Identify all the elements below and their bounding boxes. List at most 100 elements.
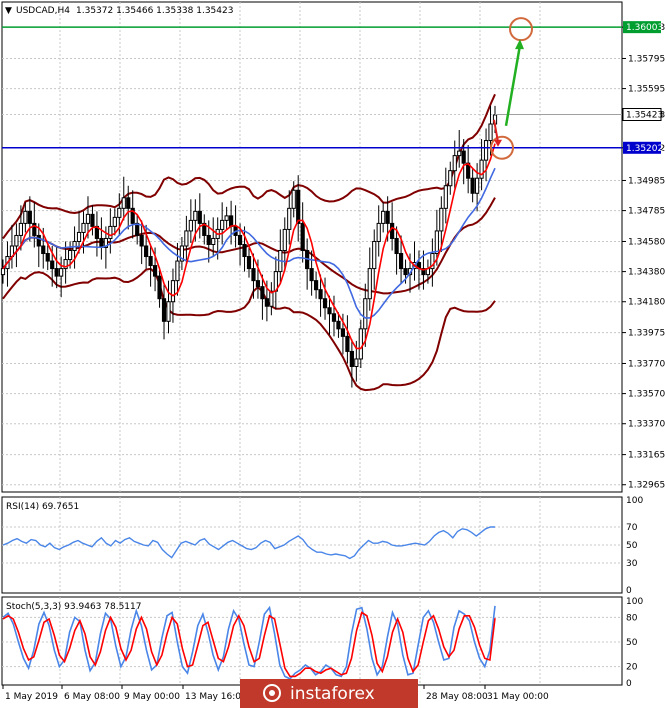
rsi-tick-label: 70 (626, 523, 638, 533)
rsi-tick-label: 100 (626, 496, 643, 506)
candle-body (85, 213, 91, 224)
candle-body (229, 215, 234, 227)
watermark: instaforex (240, 679, 418, 708)
candle-body (67, 250, 73, 261)
candle-body (175, 260, 180, 282)
candle-body (170, 280, 176, 303)
candle-body (27, 210, 32, 224)
candle-body (318, 289, 323, 300)
price-tick-label: 1.34785 (628, 207, 665, 217)
candle-body (336, 320, 341, 330)
candle-body (224, 215, 229, 221)
price-tick-label: 1.33570 (628, 390, 665, 400)
candle-body (322, 298, 328, 309)
candle-body (36, 234, 41, 247)
candle-body (439, 207, 444, 232)
chart-menu-icon[interactable]: ▼ (5, 6, 12, 16)
candle-body (139, 234, 144, 247)
watermark-text: instaforex (290, 684, 375, 704)
candle-body (327, 307, 332, 315)
candle-body (161, 298, 167, 322)
candle-body (41, 245, 46, 255)
candle-body (211, 237, 216, 245)
candle-body (206, 234, 211, 245)
candle-body (193, 210, 198, 221)
current-price-label: 1.35423 (626, 111, 663, 121)
candle-body (448, 170, 453, 187)
candle-body (363, 298, 368, 330)
candle-body (242, 243, 247, 258)
stochastic-title: Stoch(5,3,3) 93.9463 78.5117 (6, 602, 141, 612)
candle-body (488, 123, 493, 142)
candle-body (457, 150, 462, 157)
price-tick-label: 1.33770 (628, 359, 665, 369)
candle-body (117, 207, 122, 218)
price-level-tag-label: 1.36003 (626, 23, 663, 33)
candle-body (403, 268, 408, 276)
price-tick-label: 1.32965 (628, 481, 665, 491)
candle-body (152, 265, 158, 277)
price-tick-label: 1.35795 (628, 54, 665, 64)
candle-body (197, 210, 202, 224)
candle-body (108, 225, 113, 239)
candle-body (90, 213, 95, 227)
price-tick-label: 1.35595 (628, 85, 665, 95)
time-tick-label: 28 May 08:00 (426, 692, 488, 702)
candle-body (340, 328, 346, 337)
candle-body (45, 253, 50, 262)
price-tick-label: 1.33370 (628, 420, 665, 430)
candle-body (296, 189, 301, 224)
symbol-label: USDCAD,H4 (16, 6, 70, 16)
candle-body (246, 256, 252, 270)
candle-body (188, 219, 193, 232)
price-tick-label: 1.34180 (628, 298, 665, 308)
ohlc-readout: 1.35372 1.35466 1.35338 1.35423 (76, 6, 233, 16)
candle-body (443, 185, 448, 209)
candle-body (184, 230, 189, 247)
stoch-tick-label: 20 (626, 663, 638, 673)
candle-body (237, 234, 243, 245)
candle-body (59, 268, 64, 277)
candle-body (287, 207, 292, 230)
stoch-tick-label: 0 (626, 679, 632, 689)
candle-body (50, 260, 55, 270)
candle-body (358, 328, 363, 360)
candle-body (291, 189, 296, 209)
candle-body (381, 210, 386, 224)
candle-body (461, 150, 466, 164)
price-level-tag-label: 1.35202 (626, 144, 663, 154)
candle-body (255, 280, 261, 288)
time-tick-label: 31 May 00:00 (487, 692, 549, 702)
time-tick-label: 1 May 2019 (5, 692, 58, 702)
candle-body (475, 177, 480, 194)
price-tick-label: 1.34380 (628, 268, 665, 278)
candle-body (394, 237, 399, 255)
candle-body (282, 228, 287, 252)
candle-body (81, 222, 86, 233)
candle-body (367, 268, 372, 300)
candle-body (260, 286, 265, 300)
candle-body (385, 210, 390, 224)
candle-body (376, 222, 381, 242)
candle-body (148, 256, 153, 267)
candle-body (157, 275, 162, 300)
candle-body (452, 155, 457, 172)
candle-body (479, 159, 484, 179)
price-tick-label: 1.34580 (628, 237, 665, 247)
candle-body (309, 268, 314, 282)
candle-body (112, 216, 117, 227)
time-tick-label: 9 May 00:00 (124, 692, 180, 702)
candle-body (372, 240, 377, 270)
price-tick-label: 1.33975 (628, 329, 665, 339)
candle-body (349, 350, 354, 367)
price-tick-label: 1.33165 (628, 451, 665, 461)
stoch-tick-label: 50 (626, 638, 638, 648)
candle-body (390, 222, 395, 239)
rsi-tick-label: 30 (626, 559, 638, 569)
stoch-tick-label: 80 (626, 613, 638, 623)
candle-body (434, 230, 439, 255)
candle-body (144, 245, 149, 258)
candle-body (54, 268, 59, 277)
candle-body (166, 301, 171, 322)
candle-body (251, 268, 256, 282)
